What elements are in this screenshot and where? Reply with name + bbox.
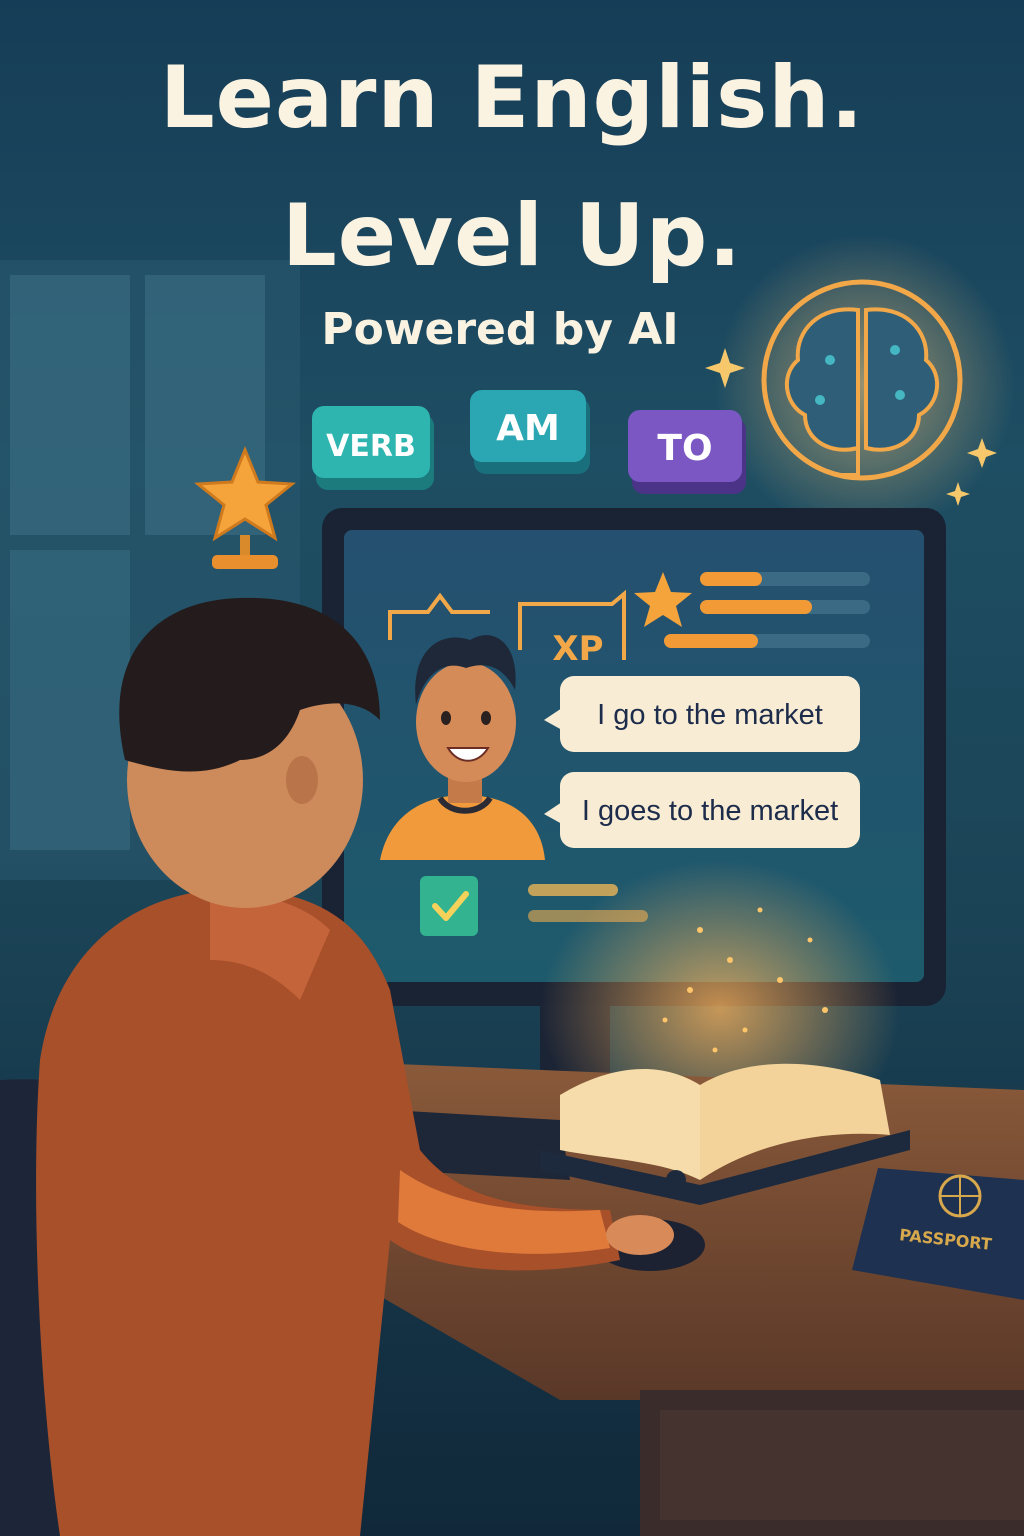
xp-label: XP [552,629,603,669]
word-tile-am-label: AM [496,408,560,449]
tagline: Powered by AI [321,304,679,355]
incorrect-sentence-text: I goes to the market [582,795,838,827]
word-tile-to-label: TO [657,428,712,469]
correct-sentence-text: I go to the market [597,699,823,731]
headline-line-2: Level Up. [282,186,742,286]
checkmark-icon [420,876,478,936]
word-tile-verb-label: VERB [326,429,416,464]
headline-line-1: Learn English. [159,48,865,148]
